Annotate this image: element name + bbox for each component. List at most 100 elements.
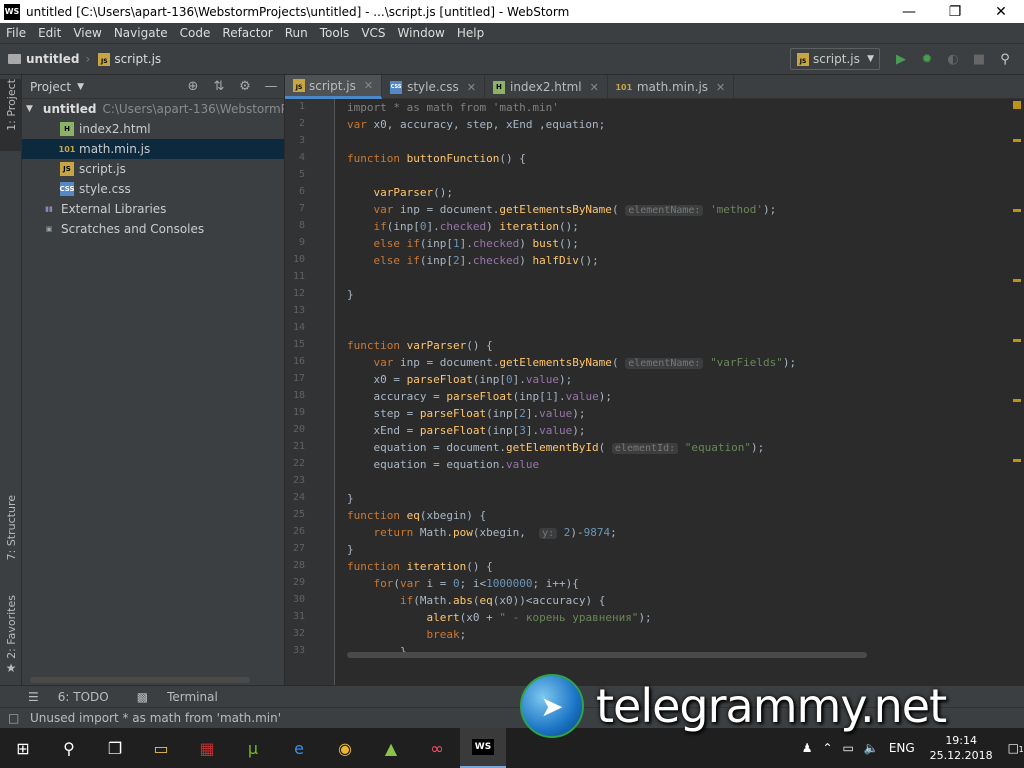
warning-marker[interactable] (1013, 279, 1021, 282)
code-line[interactable]: equation = document.getElementById( elem… (347, 439, 764, 456)
code-line[interactable]: function eq(xbegin) { (347, 507, 486, 524)
project-panel-title[interactable]: Project (30, 80, 71, 94)
breadcrumb-project[interactable]: untitled (8, 52, 80, 66)
code-line[interactable]: equation = equation.value (347, 456, 539, 473)
gear-icon[interactable]: ⚙ (232, 79, 258, 94)
code-area[interactable]: import * as math from 'math.min' var x0, … (347, 99, 1004, 661)
close-icon[interactable]: ✕ (364, 79, 373, 92)
code-line[interactable]: import * as math from 'math.min' (347, 99, 559, 116)
menu-navigate[interactable]: Navigate (108, 26, 174, 40)
tab-index2-html[interactable]: H index2.html ✕ (485, 75, 608, 99)
warning-marker[interactable] (1013, 459, 1021, 462)
menu-file[interactable]: File (0, 26, 32, 40)
tab-style-css[interactable]: CSS style.css ✕ (382, 75, 485, 99)
close-icon[interactable]: ✕ (590, 81, 599, 94)
menu-view[interactable]: View (67, 26, 107, 40)
network-icon[interactable]: ▭ (843, 741, 854, 755)
menu-window[interactable]: Window (392, 26, 451, 40)
search-icon[interactable]: ⚲ (992, 48, 1018, 70)
tab-script-js[interactable]: JS script.js ✕ (285, 75, 383, 99)
code-line[interactable]: var inp = document.getElementsByName( el… (347, 201, 776, 218)
warning-marker[interactable] (1013, 101, 1021, 109)
code-line[interactable]: for(var i = 0; i<1000000; i++){ (347, 575, 579, 592)
menu-code[interactable]: Code (174, 26, 217, 40)
code-line[interactable]: else if(inp[2].checked) halfDiv(); (347, 252, 599, 269)
code-line[interactable]: xEnd = parseFloat(inp[3].value); (347, 422, 585, 439)
tree-scratches[interactable]: ▣ Scratches and Consoles (22, 219, 284, 239)
run-configuration-select[interactable]: JS script.js ▼ (790, 48, 880, 70)
clock[interactable]: 19:14 25.12.2018 (930, 733, 993, 763)
code-line[interactable]: var inp = document.getElementsByName( el… (347, 354, 796, 371)
menu-help[interactable]: Help (451, 26, 490, 40)
debug-icon[interactable]: ✹ (914, 48, 940, 70)
people-icon[interactable]: ♟ (802, 741, 813, 755)
code-line[interactable]: } (347, 286, 354, 303)
code-line[interactable]: var x0, accuracy, step, xEnd ,equation; (347, 116, 605, 133)
menu-edit[interactable]: Edit (32, 26, 67, 40)
code-line[interactable]: step = parseFloat(inp[2].value); (347, 405, 585, 422)
close-icon[interactable]: ✕ (716, 81, 725, 94)
code-line[interactable]: if(Math.abs(eq(x0))<accuracy) { (347, 592, 605, 609)
edge-icon[interactable]: e (276, 728, 322, 768)
todo-tool-button[interactable]: ☰ 6: TODO (14, 690, 109, 704)
tree-file-math[interactable]: 101 math.min.js (22, 139, 284, 159)
editor-vscroll[interactable] (1012, 99, 1024, 685)
code-line[interactable]: function varParser() { (347, 337, 493, 354)
code-line[interactable]: alert(x0 + " - корень уравнения"); (347, 609, 651, 626)
search-icon[interactable]: ⚲ (46, 728, 92, 768)
tool-tab-structure[interactable]: 7: Structure (0, 495, 22, 575)
maximize-button[interactable]: ❐ (932, 0, 978, 23)
close-icon[interactable]: ✕ (467, 81, 476, 94)
code-line[interactable]: break; (347, 626, 466, 643)
minimize-button[interactable]: — (886, 0, 932, 23)
breadcrumb-file[interactable]: JS script.js (98, 52, 161, 66)
menu-refactor[interactable]: Refactor (216, 26, 278, 40)
code-editor[interactable]: 1 2 3 4 5 6 7 8 9 10 11 12 13 14 15 16 17 18 19 20 21 22 23 24 2… (285, 99, 1024, 685)
code-line[interactable]: function buttonFunction() { (347, 150, 526, 167)
tab-math-min-js[interactable]: 101 math.min.js ✕ (608, 75, 735, 99)
menu-vcs[interactable]: VCS (355, 26, 391, 40)
code-line[interactable]: } (347, 490, 354, 507)
code-line[interactable]: x0 = parseFloat(inp[0].value); (347, 371, 572, 388)
android-icon[interactable]: ▲ (368, 728, 414, 768)
webstorm-taskbar-icon[interactable]: WS (460, 728, 506, 768)
utorrent-icon[interactable]: μ (230, 728, 276, 768)
file-explorer-icon[interactable]: ▭ (138, 728, 184, 768)
task-view-icon[interactable]: ❐ (92, 728, 138, 768)
layout-icon[interactable]: □ (8, 711, 19, 725)
warning-marker[interactable] (1013, 399, 1021, 402)
terminal-tool-button[interactable]: ▩ Terminal (123, 690, 218, 704)
code-line[interactable]: accuracy = parseFloat(inp[1].value); (347, 388, 611, 405)
code-line[interactable]: function iteration() { (347, 558, 493, 575)
chevron-down-icon[interactable]: ▼ (77, 82, 84, 92)
winrar-icon[interactable]: ▦ (184, 728, 230, 768)
code-line[interactable]: } (347, 541, 354, 558)
coverage-icon[interactable]: ◐ (940, 48, 966, 70)
tree-root[interactable]: ▼ untitled C:\Users\apart-136\WebstormPr… (22, 99, 284, 119)
collapse-icon[interactable]: ⇅ (206, 79, 232, 94)
stop-icon[interactable]: ■ (966, 48, 992, 70)
project-hscroll[interactable] (30, 677, 250, 683)
warning-marker[interactable] (1013, 139, 1021, 142)
tree-external-libraries[interactable]: ▮▮ External Libraries (22, 199, 284, 219)
warning-marker[interactable] (1013, 209, 1021, 212)
run-icon[interactable]: ▶ (888, 48, 914, 70)
app-icon[interactable]: ∞ (414, 728, 460, 768)
tree-file-index2[interactable]: H index2.html (22, 119, 284, 139)
close-button[interactable]: ✕ (978, 0, 1024, 23)
tree-file-style[interactable]: CSS style.css (22, 179, 284, 199)
warning-marker[interactable] (1013, 339, 1021, 342)
code-line[interactable]: return Math.pow(xbegin, y: 2)-9874; (347, 524, 617, 541)
language-indicator[interactable]: ENG (889, 741, 915, 755)
chrome-icon[interactable]: ◉ (322, 728, 368, 768)
chevron-up-icon[interactable]: ⌃ (822, 741, 832, 755)
notifications-icon[interactable]: □ 1 (1008, 741, 1024, 755)
hide-icon[interactable]: — (258, 79, 284, 94)
code-line[interactable]: if(inp[0].checked) iteration(); (347, 218, 579, 235)
code-line[interactable]: varParser(); (347, 184, 453, 201)
windows-start-icon[interactable]: ⊞ (0, 728, 46, 768)
tree-file-script[interactable]: JS script.js (22, 159, 284, 179)
tool-tab-favorites[interactable]: 2: Favorites ★ (0, 595, 22, 675)
tool-tab-project[interactable]: 1: Project (0, 79, 22, 151)
locate-icon[interactable]: ⊕ (180, 79, 206, 94)
